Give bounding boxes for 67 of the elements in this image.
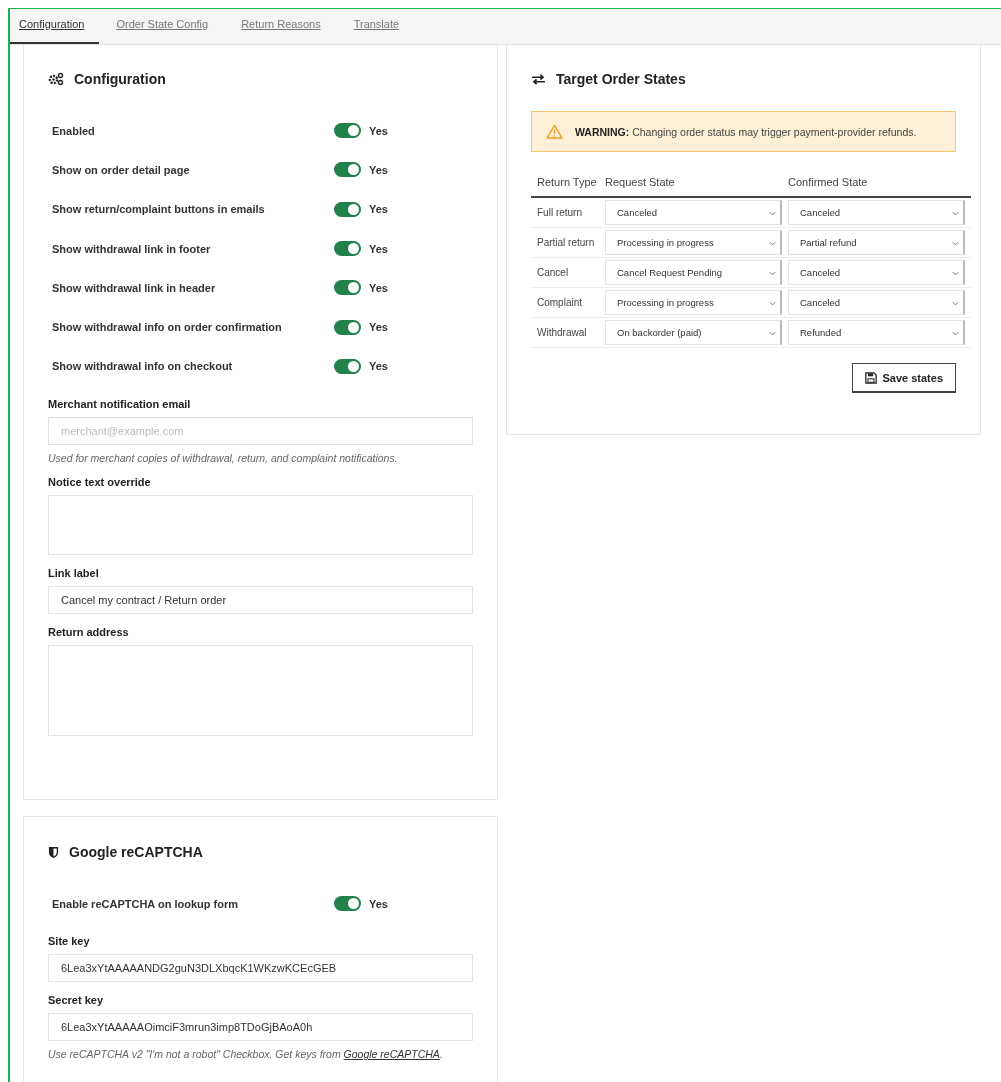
toggle-label: Show withdrawal info on order confirmation <box>52 321 283 334</box>
toggle-switch[interactable] <box>334 241 361 257</box>
table-cell: Withdrawal <box>531 317 605 348</box>
toggle-state: Yes <box>369 360 388 373</box>
field-label: Link label <box>48 567 100 580</box>
tab[interactable]: Translate <box>338 9 416 44</box>
input-field[interactable]: 6Lea3xYtAAAAANDG2guN3DLXbqcK1WKzwKCEcGEB <box>48 954 473 983</box>
field-label: Secret key <box>48 994 105 1007</box>
save-button[interactable]: Save states <box>852 363 956 393</box>
toggle-label: Show return/complaint buttons in emails <box>52 203 266 216</box>
card-title: Target Order States <box>556 71 686 87</box>
field-label: Merchant notification email <box>48 398 192 411</box>
swap-arrows-icon <box>531 73 546 85</box>
card-title: Google reCAPTCHA <box>69 844 203 860</box>
warning-text: WARNING: Changing order status may trigger payment-provider refunds. <box>575 125 917 138</box>
toggle-switch[interactable] <box>334 280 361 296</box>
toggle-state: Yes <box>369 124 388 137</box>
toggle-label: Show withdrawal link in footer <box>52 242 212 255</box>
toggle-label: Show on order detail page <box>52 163 191 176</box>
toggle-label: Enable reCAPTCHA on lookup form <box>52 897 239 910</box>
dropdown[interactable]: Processing in progress <box>605 290 782 315</box>
dropdown[interactable]: Processing in progress <box>605 230 782 255</box>
dropdown[interactable]: Cancel Request Pending <box>605 260 782 285</box>
help-text: Use reCAPTCHA v2 "I'm not a robot" Checkbox. Get keys from Google reCAPTCHA. <box>48 1048 444 1061</box>
toggle-state: Yes <box>369 242 388 255</box>
column-header: Return Type <box>531 168 605 197</box>
toggle-label: Enabled <box>52 124 96 137</box>
table-cell: Complaint <box>531 287 605 318</box>
input-field[interactable]: 6Lea3xYtAAAAAOimciF3mrun3imp8TDoGjBAoA0h <box>48 1013 473 1042</box>
toggle-state: Yes <box>369 203 388 216</box>
tab[interactable]: Return Reasons <box>226 9 337 44</box>
column-header: Confirmed State <box>788 168 971 197</box>
table-cell: Partial return <box>531 227 605 258</box>
toggle-switch[interactable] <box>334 201 361 217</box>
column-header: Request State <box>605 168 788 197</box>
toggle-state: Yes <box>369 321 388 334</box>
input-field[interactable]: Cancel my contract / Return order <box>48 586 473 615</box>
dropdown[interactable]: Canceled <box>788 290 965 315</box>
gears-icon <box>48 72 64 86</box>
dropdown[interactable]: Partial refund <box>788 230 965 255</box>
toggle-state: Yes <box>369 897 388 910</box>
card-title: Configuration <box>74 71 166 87</box>
toggle-switch[interactable] <box>334 319 361 335</box>
toggle-label: Show withdrawal info on checkout <box>52 360 234 373</box>
field-label: Return address <box>48 626 130 639</box>
dropdown[interactable]: Canceled <box>605 200 782 225</box>
dropdown[interactable]: On backorder (paid) <box>605 320 782 345</box>
toggle-switch[interactable] <box>334 358 361 374</box>
toggle-switch[interactable] <box>334 896 361 912</box>
toggle-label: Show withdrawal link in header <box>52 281 217 294</box>
input-field[interactable]: merchant@example.com <box>48 417 473 446</box>
field-label: Notice text override <box>48 476 152 489</box>
dropdown[interactable]: Canceled <box>788 260 965 285</box>
table-cell: Cancel <box>531 257 605 288</box>
link[interactable]: Google reCAPTCHA <box>343 1048 440 1061</box>
table-cell: Full return <box>531 197 605 228</box>
field-label: Site key <box>48 935 91 948</box>
toggle-switch[interactable] <box>334 123 361 139</box>
dropdown[interactable]: Refunded <box>788 320 965 345</box>
toggle-switch[interactable] <box>334 162 361 178</box>
tab[interactable]: Order State Config <box>101 9 225 44</box>
dropdown[interactable]: Canceled <box>788 200 965 225</box>
toggle-state: Yes <box>369 163 388 176</box>
toggle-state: Yes <box>369 281 388 294</box>
shield-icon <box>48 845 59 859</box>
help-text: Used for merchant copies of withdrawal, return, and complaint notifications. <box>48 452 399 465</box>
warning-icon <box>546 124 563 139</box>
